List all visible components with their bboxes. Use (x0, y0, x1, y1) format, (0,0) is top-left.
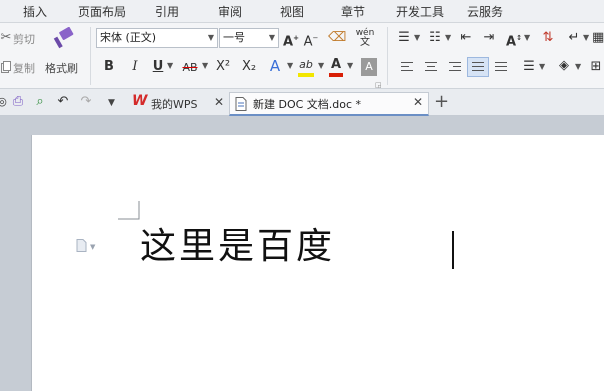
font-size-dropdown[interactable]: 一号 ▼ (219, 28, 279, 48)
table-icon[interactable]: ▦ (592, 29, 604, 47)
chevron-down-icon[interactable]: ▼ (318, 61, 324, 70)
tab-my-wps-label: 我的WPS (151, 98, 198, 111)
italic-button[interactable]: I (127, 58, 143, 76)
align-right-icon[interactable] (445, 58, 465, 76)
print-preview-icon[interactable]: ⌕ (32, 93, 48, 111)
new-tab-button[interactable]: + (434, 91, 449, 112)
align-left-icon[interactable] (397, 58, 417, 76)
chevron-down-icon[interactable]: ▼ (583, 33, 589, 42)
chevron-down-icon[interactable]: ▼ (167, 61, 173, 70)
chevron-down-icon[interactable]: ▼ (445, 33, 451, 42)
chevron-down-icon[interactable]: ▼ (575, 62, 581, 71)
superscript-button[interactable]: X² (212, 58, 234, 76)
chevron-down-icon[interactable]: ▼ (347, 61, 353, 70)
undo-icon[interactable]: ↶ (55, 93, 71, 111)
chevron-down-icon[interactable]: ▼ (202, 61, 208, 70)
menu-tab-insert[interactable]: 插入 (23, 3, 47, 20)
menu-tab-cloud[interactable]: 云服务 (467, 3, 503, 20)
shrink-font-icon[interactable]: A− (303, 29, 319, 51)
scissors-icon: ✂ (0, 30, 12, 45)
menu-tab-view[interactable]: 视图 (280, 3, 304, 20)
grow-font-icon[interactable]: A+ (283, 29, 299, 51)
text-cursor (452, 231, 454, 269)
format-painter-icon (53, 27, 74, 49)
copy-label: 复制 (13, 62, 35, 75)
menu-tab-review[interactable]: 审阅 (218, 3, 242, 20)
sort-icon[interactable]: ⇅ (540, 29, 556, 47)
bullet-list-icon[interactable]: ☰ (395, 29, 413, 47)
pinyin-guide-button[interactable]: wén 文 (354, 28, 376, 48)
document-text[interactable]: 这里是百度 (140, 223, 335, 271)
paragraph-style-icon[interactable] (76, 239, 88, 253)
font-color-label: A (330, 57, 342, 72)
close-icon[interactable]: ✕ (413, 95, 423, 109)
chevron-down-icon[interactable]: ▼ (524, 33, 530, 42)
text-direction-icon[interactable]: A↕ (505, 29, 523, 51)
underline-button[interactable]: U (150, 58, 166, 76)
document-page[interactable]: ▼ 这里是百度 (31, 135, 604, 391)
numbered-list-icon[interactable]: ☷ (426, 29, 444, 47)
format-painter-button[interactable]: 格式刷 (43, 27, 83, 77)
chevron-down-icon[interactable]: ▼ (414, 33, 420, 42)
copy-button[interactable]: 复制 (0, 58, 40, 76)
menu-tab-layout[interactable]: 页面布局 (78, 3, 126, 20)
document-icon (235, 97, 247, 111)
font-name-dropdown[interactable]: 宋体 (正文) ▼ (96, 28, 218, 48)
borders-icon[interactable]: ⊞ (589, 58, 603, 76)
expand-font-dialog-icon[interactable]: ◲ (375, 81, 382, 89)
cut-label: 剪切 (13, 33, 35, 46)
tab-document[interactable]: 新建 DOC 文档.doc * ✕ (229, 92, 429, 116)
bold-button[interactable]: B (101, 58, 117, 76)
tab-my-wps[interactable]: W 我的WPS ✕ (128, 92, 228, 113)
quick-access-dropdown-icon[interactable]: ▼ (108, 98, 115, 108)
highlight-color-swatch (298, 73, 314, 77)
menu-tab-developer[interactable]: 开发工具 (396, 3, 444, 20)
highlight-button[interactable]: ab (297, 56, 317, 78)
chevron-down-icon[interactable]: ▼ (90, 243, 95, 251)
menu-tab-references[interactable]: 引用 (155, 3, 179, 20)
tab-document-label: 新建 DOC 文档.doc * (253, 98, 362, 111)
character-shading-button[interactable]: A (361, 58, 377, 76)
chevron-down-icon[interactable]: ▼ (539, 62, 545, 71)
divider (387, 27, 388, 85)
margin-corner-marker (118, 201, 140, 220)
chevron-down-icon: ▼ (268, 33, 275, 42)
menu-tab-section[interactable]: 章节 (341, 3, 365, 20)
paint-bucket-icon[interactable]: ◈ (555, 57, 573, 75)
chevron-down-icon[interactable]: ▼ (287, 61, 293, 70)
print-icon[interactable]: ⎙ (10, 93, 26, 111)
increase-indent-icon[interactable]: ⇥ (480, 29, 498, 47)
clear-format-icon[interactable]: ⌫ (328, 29, 346, 47)
copy-icon (1, 61, 11, 73)
text-effect-button[interactable]: A (267, 57, 283, 75)
wps-logo-icon: W (132, 93, 148, 109)
chevron-down-icon: ▼ (207, 33, 214, 42)
font-size-value: 一号 (223, 31, 245, 44)
show-marks-icon[interactable]: ↵ (566, 29, 582, 47)
font-name-value: 宋体 (正文) (100, 31, 157, 44)
justify-icon[interactable] (467, 57, 489, 77)
open-icon[interactable]: ◎ (0, 93, 7, 111)
menu-bar: 插入 页面布局 引用 审阅 视图 章节 开发工具 云服务 (0, 0, 604, 23)
font-color-button[interactable]: A (328, 56, 346, 78)
line-spacing-icon[interactable]: ☰ (520, 58, 538, 76)
format-painter-label: 格式刷 (45, 62, 78, 75)
redo-icon[interactable]: ↷ (78, 93, 94, 111)
align-center-icon[interactable] (421, 58, 441, 76)
distribute-icon[interactable] (491, 58, 511, 76)
subscript-button[interactable]: X₂ (238, 58, 260, 76)
highlight-label: ab (299, 58, 313, 71)
font-color-swatch (329, 73, 343, 77)
divider (90, 27, 91, 85)
decrease-indent-icon[interactable]: ⇤ (457, 29, 475, 47)
ribbon: ✂ 剪切 复制 格式刷 宋体 (正文) ▼ 一号 ▼ A+ A− ⌫ wén 文 … (0, 23, 604, 89)
cut-button[interactable]: ✂ 剪切 (0, 29, 40, 47)
close-icon[interactable]: ✕ (214, 95, 224, 109)
strikethrough-button[interactable]: AB (178, 59, 202, 77)
